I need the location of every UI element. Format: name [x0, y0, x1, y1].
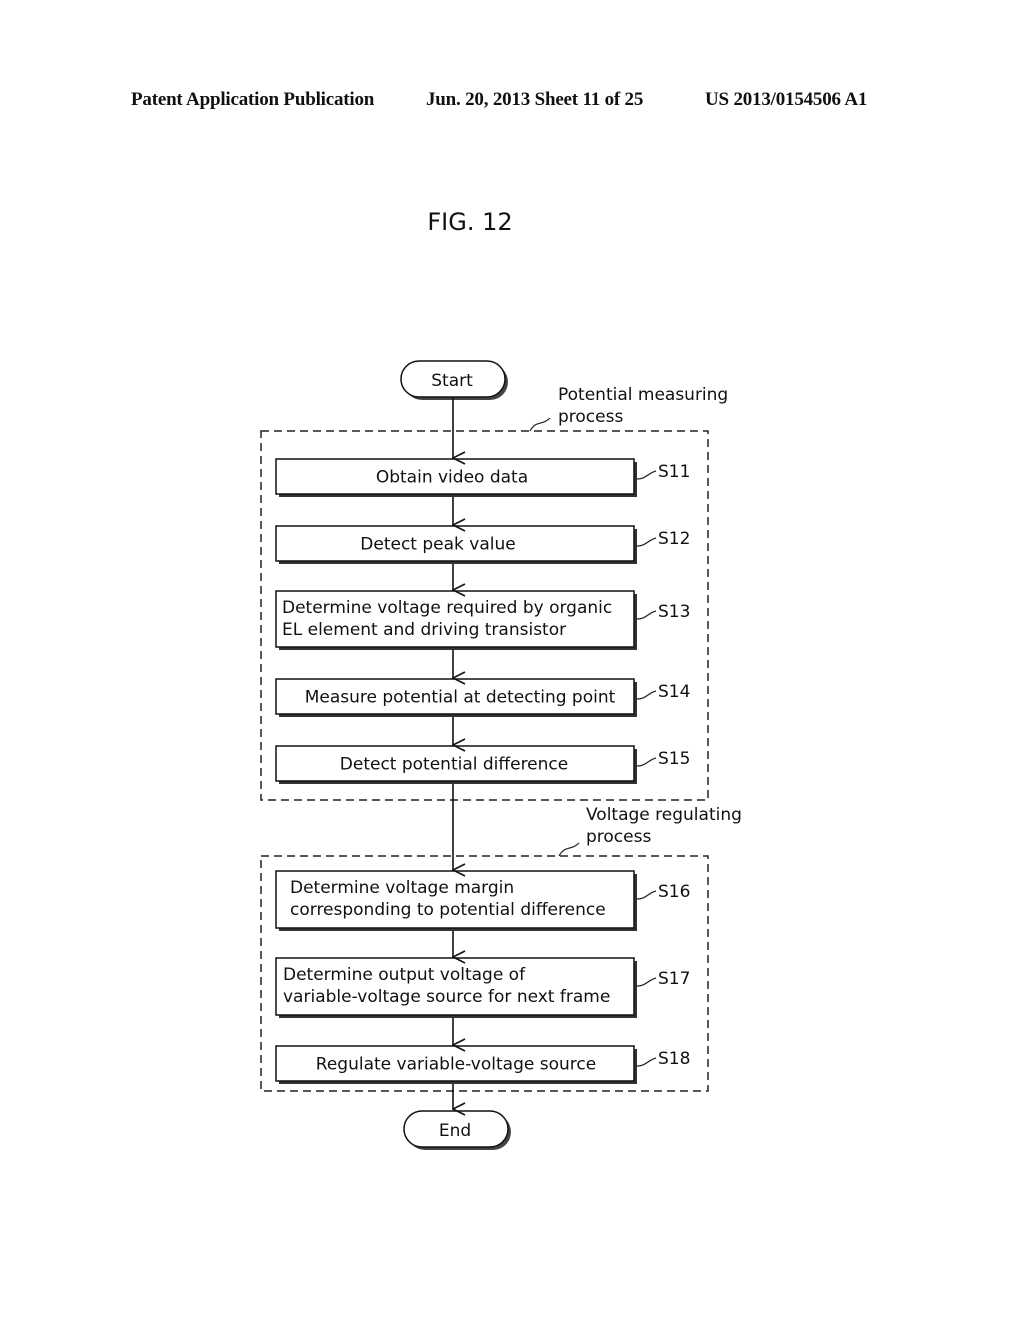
step-text: variable-voltage source for next frame	[283, 987, 610, 1007]
step-box-s16: Determine voltage margincorresponding to…	[275, 870, 690, 931]
step-id-label: S15	[658, 749, 690, 769]
step-id-label: S11	[658, 462, 690, 482]
flowchart: Potential measuring process Voltage regu…	[260, 360, 742, 1150]
step-text: Measure potential at detecting point	[305, 688, 616, 708]
step-id-label: S17	[658, 969, 690, 989]
step-text: Determine voltage required by organic	[282, 598, 612, 618]
group-label-2-line2: process	[586, 827, 651, 847]
step-box-s12: Detect peak value S12	[275, 525, 690, 564]
step-id-label: S14	[658, 682, 690, 702]
group-label-1-line2: process	[558, 407, 623, 427]
step-id-leader	[636, 690, 657, 700]
group-label-2-leader	[558, 842, 580, 857]
start-terminal: Start	[400, 360, 508, 400]
group-label-2-line1: Voltage regulating	[586, 805, 742, 825]
step-text: Determine output voltage of	[283, 965, 526, 985]
step-id-leader	[636, 890, 657, 900]
step-id-leader	[636, 757, 657, 767]
end-terminal: End	[403, 1110, 511, 1150]
step-box-s18: Regulate variable-voltage source S18	[275, 1045, 690, 1084]
step-text: EL element and driving transistor	[282, 620, 566, 640]
step-box-s14: Measure potential at detecting point S14	[275, 678, 690, 717]
step-id-label: S18	[658, 1049, 690, 1069]
step-id-label: S16	[658, 882, 690, 902]
start-label: Start	[431, 371, 473, 391]
step-text: Regulate variable-voltage source	[316, 1055, 596, 1075]
step-text: Obtain video data	[376, 468, 528, 488]
step-box-s11: Obtain video data S11	[275, 458, 690, 497]
step-id-leader	[636, 977, 657, 987]
step-text: corresponding to potential difference	[290, 900, 606, 920]
step-box-s13: Determine voltage required by organicEL …	[275, 590, 690, 650]
group-label-1-leader	[529, 417, 551, 432]
step-box-s17: Determine output voltage ofvariable-volt…	[275, 957, 690, 1018]
end-label: End	[439, 1121, 471, 1141]
step-id-label: S13	[658, 602, 690, 622]
step-id-leader	[636, 470, 657, 480]
step-text: Determine voltage margin	[290, 878, 514, 898]
step-id-leader	[636, 1057, 657, 1067]
step-id-leader	[636, 537, 657, 547]
step-text: Detect potential difference	[340, 755, 568, 775]
group-label-1-line1: Potential measuring	[558, 385, 728, 405]
step-text: Detect peak value	[360, 535, 515, 555]
step-id-leader	[636, 610, 657, 620]
step-id-label: S12	[658, 529, 690, 549]
step-box-s15: Detect potential difference S15	[275, 745, 690, 784]
